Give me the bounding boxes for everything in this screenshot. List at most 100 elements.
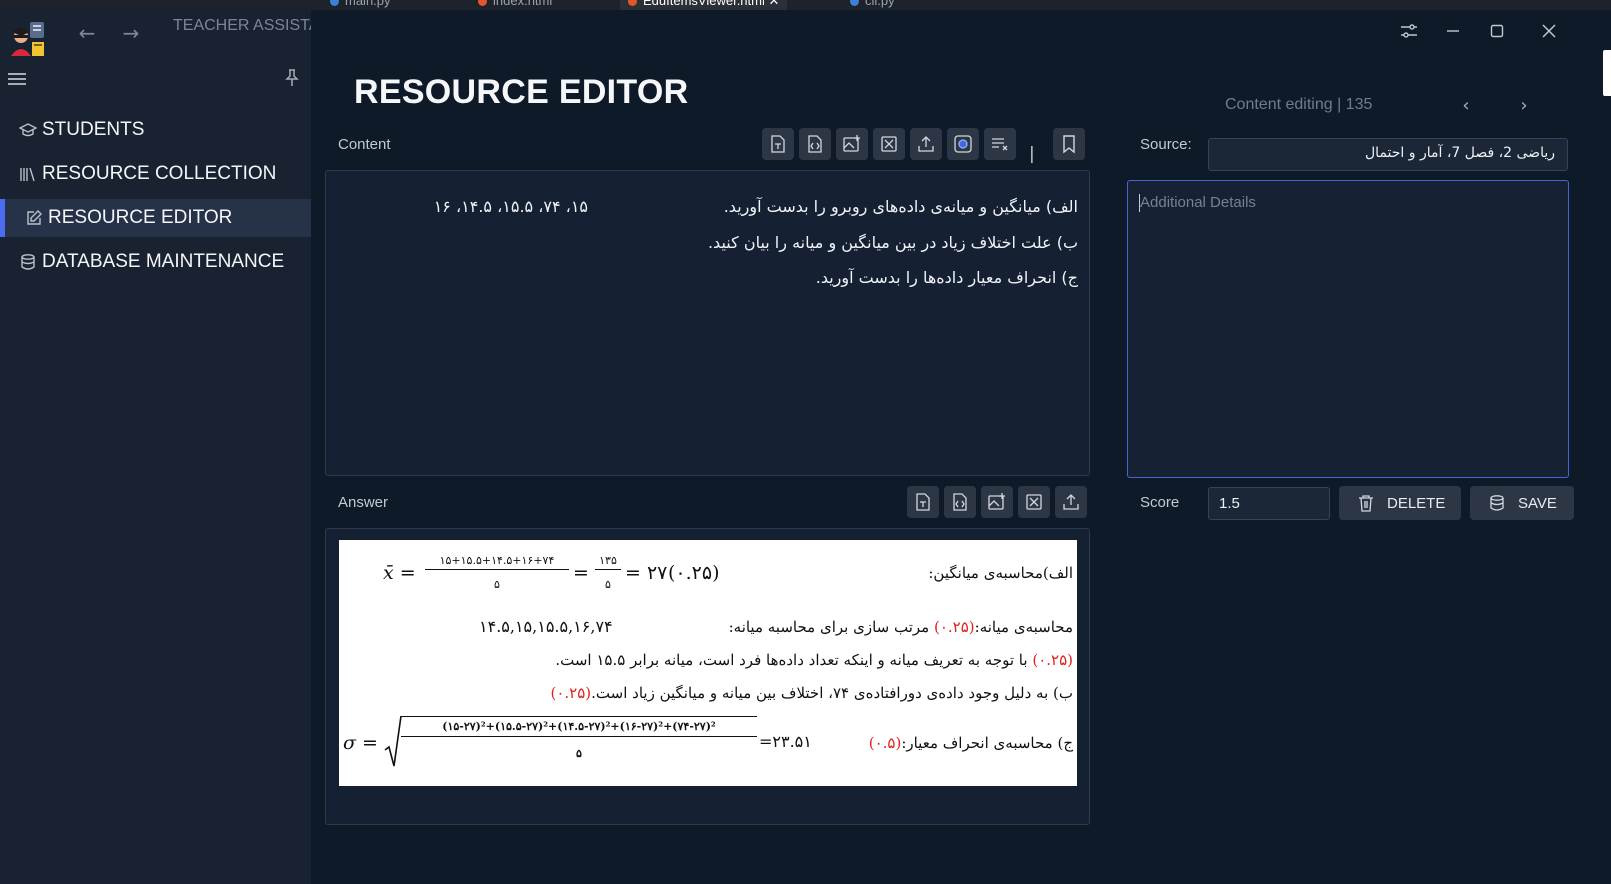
code-view-button[interactable] [799, 128, 831, 160]
settings-sliders-icon[interactable] [1389, 16, 1429, 46]
content-data-values: ۱۵، ۷۴، ۱۵.۵، ۱۴.۵، ۱۶ [433, 197, 588, 216]
content-editor[interactable]: الف) میانگین و میانه‌ی داده‌های روبرو را… [325, 170, 1090, 476]
bookmark-button[interactable] [1053, 128, 1085, 160]
answer-line4-score: (۰.۲۵) [550, 684, 592, 702]
image-add-icon [843, 135, 860, 152]
answer-editor[interactable]: الف)محاسبه‌ی میانگین: x̄ = ۱۵+۱۵.۵+۱۴.۵+… [325, 528, 1090, 825]
answer-line4-text: ب) به دلیل وجود داده‌ی دورافتاده‌ی ۷۴، ا… [591, 684, 1073, 702]
sidebar-item-resource-collection[interactable]: RESOURCE COLLECTION [0, 155, 311, 193]
additional-details-placeholder: Additional Details [1140, 194, 1256, 211]
answer-mean-symbol: x̄ = [383, 562, 416, 584]
answer-mean-numerator: ۱۵+۱۵.۵+۱۴.۵+۱۶+۷۴ [425, 554, 569, 570]
content-label: Content [338, 136, 391, 153]
close-window-icon[interactable] [1529, 16, 1569, 46]
bg-tab-label: main.py [345, 0, 391, 8]
crop-image-button[interactable] [873, 128, 905, 160]
upload-button[interactable] [910, 128, 942, 160]
answer-line5-label: ج) محاسبه‌ی انحراف معیار: [901, 734, 1073, 752]
latex-render-button[interactable] [762, 128, 794, 160]
source-label: Source: [1140, 136, 1192, 153]
sidebar: ← → TEACHER ASSISTANT | 0.1.6 STUDENTS R… [0, 10, 389, 884]
pin-icon[interactable] [282, 68, 302, 88]
bookmark-icon [1063, 135, 1075, 154]
answer-sd-denominator: ۵ [576, 747, 582, 760]
screenshot-button[interactable] [947, 128, 979, 160]
next-item-icon[interactable]: › [1512, 94, 1536, 118]
add-image-button[interactable] [836, 128, 868, 160]
tex-file-icon [916, 493, 930, 511]
database-save-icon [1490, 495, 1504, 511]
save-button[interactable]: SAVE [1470, 486, 1574, 520]
sidebar-item-database-maintenance[interactable]: DATABASE MAINTENANCE [0, 243, 311, 281]
answer-latex-button[interactable] [907, 486, 939, 518]
content-line-1: الف) میانگین و میانه‌ی داده‌های روبرو را… [723, 197, 1078, 216]
answer-line4: ب) به دلیل وجود داده‌ی دورافتاده‌ی ۷۴، ا… [550, 684, 1073, 702]
sidebar-item-label: DATABASE MAINTENANCE [42, 251, 285, 272]
graduation-cap-icon [18, 120, 38, 140]
answer-mean-numerator2: ۱۳۵ [595, 554, 621, 570]
app-logo-icon [11, 22, 44, 56]
sidebar-item-resource-editor[interactable]: RESOURCE EDITOR [0, 199, 311, 237]
image-add-icon [988, 493, 1005, 510]
sidebar-item-label: RESOURCE EDITOR [48, 207, 233, 228]
content-counter: Content editing | 135 [1225, 96, 1373, 113]
sidebar-item-students[interactable]: STUDENTS [0, 111, 311, 149]
bg-tab-cli-py[interactable]: cli.py [850, 0, 895, 10]
score-label: Score [1140, 494, 1180, 511]
answer-mean-denominator2: ۵ [605, 578, 611, 591]
back-arrow-icon[interactable]: ← [72, 18, 102, 48]
sqrt-overline [401, 716, 757, 717]
forward-arrow-icon[interactable]: → [116, 18, 146, 48]
database-icon [18, 252, 38, 272]
answer-add-image-button[interactable] [981, 486, 1013, 518]
app-window: ← → TEACHER ASSISTANT | 0.1.6 STUDENTS R… [0, 10, 1611, 884]
answer-sd-numerator: (۱۵-۲۷)²+(۱۵.۵-۲۷)²+(۱۴.۵-۲۷)²+(۱۶-۲۷)²+… [401, 720, 757, 737]
code-file-icon [808, 135, 822, 153]
answer-code-button[interactable] [944, 486, 976, 518]
answer-line2-text: مرتب سازی برای محاسبه میانه: [728, 618, 930, 636]
answer-line2-score: (۰.۲۵) [933, 618, 975, 636]
content-line-2: ب) علت اختلاف زیاد در بین میانگین و میان… [707, 233, 1078, 252]
format-text-button[interactable] [984, 128, 1016, 160]
answer-sorted-values: ۱۴.۵,۱۵,۱۵.۵,۱۶,۷۴ [479, 617, 613, 636]
answer-mean-score: (۰.۲۵) [668, 562, 720, 584]
menu-icon[interactable] [8, 70, 26, 86]
upload-icon [918, 136, 934, 152]
answer-image: الف)محاسبه‌ی میانگین: x̄ = ۱۵+۱۵.۵+۱۴.۵+… [339, 540, 1077, 786]
close-icon[interactable]: ✕ [769, 0, 780, 8]
scrollbar-thumb[interactable] [1603, 50, 1611, 96]
bg-tab-main-py[interactable]: main.py [330, 0, 391, 10]
tex-file-icon [771, 135, 785, 153]
trash-icon [1359, 495, 1373, 512]
maximize-icon[interactable] [1477, 16, 1517, 46]
bg-tab-index-html[interactable]: index.html [478, 0, 552, 10]
answer-crop-button[interactable] [1018, 486, 1050, 518]
save-label: SAVE [1518, 494, 1557, 512]
page-title: RESOURCE EDITOR [354, 73, 689, 111]
content-line-3: ج) انحراف معیار داده‌ها را بدست آورید. [815, 268, 1078, 287]
sidebar-item-label: STUDENTS [42, 119, 145, 140]
bg-tab-label: index.html [493, 0, 553, 8]
source-input[interactable]: ریاضی 2، فصل 7، آمار و احتمال [1208, 138, 1568, 171]
score-input[interactable]: 1.5 [1208, 487, 1330, 520]
upload-icon [1063, 494, 1079, 510]
additional-details-textarea[interactable]: Additional Details [1127, 180, 1569, 478]
bg-tab-eduitemsviewer[interactable]: EduItemsViewer.html ✕ [620, 0, 788, 10]
answer-mean-result: = ۲۷ [625, 562, 668, 584]
answer-line1-label: الف)محاسبه‌ی میانگین: [928, 564, 1073, 582]
answer-line3: (۰.۲۵) با توجه به تعریف میانه و اینکه تع… [555, 651, 1073, 669]
titlebar-left: ← → TEACHER ASSISTANT | 0.1.6 [0, 10, 389, 62]
answer-label: Answer [338, 494, 389, 511]
answer-line2: محاسبه‌ی میانه:(۰.۲۵) مرتب سازی برای محا… [729, 618, 1073, 636]
delete-label: DELETE [1387, 494, 1446, 512]
bg-tab-label: EduItemsViewer.html [643, 0, 765, 8]
answer-upload-button[interactable] [1055, 486, 1087, 518]
previous-item-icon[interactable]: ‹ [1454, 94, 1478, 118]
answer-line3-score: (۰.۲۵) [1032, 651, 1073, 669]
delete-button[interactable]: DELETE [1339, 486, 1461, 520]
answer-line5-score: (۰.۵) [868, 734, 902, 752]
crop-icon [1026, 494, 1042, 510]
minimize-icon[interactable] [1433, 16, 1473, 46]
crop-icon [881, 136, 897, 152]
answer-mean-denominator: ۵ [494, 578, 500, 591]
